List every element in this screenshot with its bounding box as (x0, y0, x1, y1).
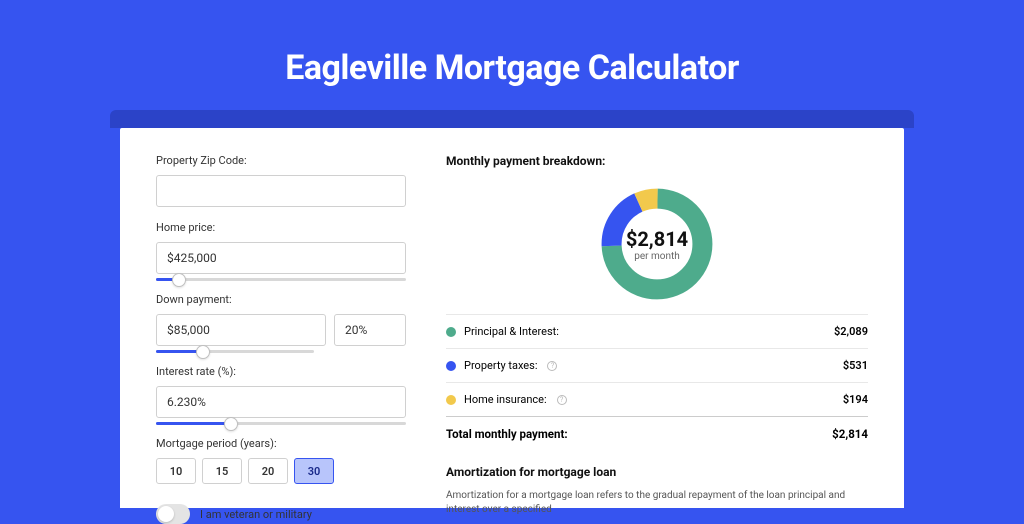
page-title: Eagleville Mortgage Calculator (0, 0, 1024, 110)
interest-rate-label: Interest rate (%): (156, 365, 406, 378)
amortization-text: Amortization for a mortgage loan refers … (446, 489, 868, 517)
legend-label: Principal & Interest: (464, 325, 559, 338)
interest-rate-slider[interactable] (156, 422, 406, 425)
interest-rate-slider-thumb[interactable] (224, 417, 238, 431)
period-option-30[interactable]: 30 (294, 458, 334, 484)
period-options: 10 15 20 30 (156, 458, 406, 484)
legend-row-taxes: Property taxes: ? $531 (446, 349, 868, 383)
down-payment-slider-thumb[interactable] (196, 345, 210, 359)
home-price-input[interactable] (156, 242, 406, 274)
info-icon[interactable]: ? (557, 395, 567, 405)
calculator-card: Property Zip Code: Home price: Down paym… (120, 128, 904, 508)
veteran-label: I am veteran or military (200, 508, 312, 521)
interest-rate-input[interactable] (156, 386, 406, 418)
legend-row-principal: Principal & Interest: $2,089 (446, 315, 868, 349)
breakdown-legend: Principal & Interest: $2,089 Property ta… (446, 314, 868, 417)
dot-icon (446, 361, 456, 371)
home-price-slider-thumb[interactable] (172, 273, 186, 287)
dot-icon (446, 327, 456, 337)
form-panel: Property Zip Code: Home price: Down paym… (156, 154, 406, 482)
home-price-slider[interactable] (156, 278, 406, 281)
donut-center-sub: per month (626, 251, 688, 262)
zip-label: Property Zip Code: (156, 154, 406, 167)
veteran-toggle-knob (158, 506, 174, 522)
period-option-10[interactable]: 10 (156, 458, 196, 484)
total-value: $2,814 (832, 427, 868, 441)
veteran-toggle[interactable] (156, 504, 190, 524)
breakdown-panel: Monthly payment breakdown: $2,814 per mo… (446, 154, 868, 482)
down-payment-amount-input[interactable] (156, 314, 326, 346)
down-payment-pct-input[interactable] (334, 314, 406, 346)
card-top-accent (110, 110, 914, 128)
total-row: Total monthly payment: $2,814 (446, 417, 868, 455)
total-label: Total monthly payment: (446, 427, 568, 441)
amortization-title: Amortization for mortgage loan (446, 465, 868, 479)
info-icon[interactable]: ? (547, 361, 557, 371)
period-option-20[interactable]: 20 (248, 458, 288, 484)
legend-value: $2,089 (834, 325, 868, 338)
period-label: Mortgage period (years): (156, 437, 406, 450)
dot-icon (446, 395, 456, 405)
down-payment-slider[interactable] (156, 350, 314, 353)
legend-value: $194 (843, 393, 868, 406)
home-price-label: Home price: (156, 221, 406, 234)
legend-label: Property taxes: (464, 359, 537, 372)
donut-chart: $2,814 per month (446, 174, 868, 314)
amortization-section: Amortization for mortgage loan Amortizat… (446, 465, 868, 517)
legend-label: Home insurance: (464, 393, 547, 406)
zip-input[interactable] (156, 175, 406, 207)
donut-center-amount: $2,814 (626, 227, 688, 251)
down-payment-label: Down payment: (156, 293, 406, 306)
period-option-15[interactable]: 15 (202, 458, 242, 484)
legend-value: $531 (843, 359, 868, 372)
breakdown-title: Monthly payment breakdown: (446, 154, 868, 168)
legend-row-insurance: Home insurance: ? $194 (446, 383, 868, 417)
